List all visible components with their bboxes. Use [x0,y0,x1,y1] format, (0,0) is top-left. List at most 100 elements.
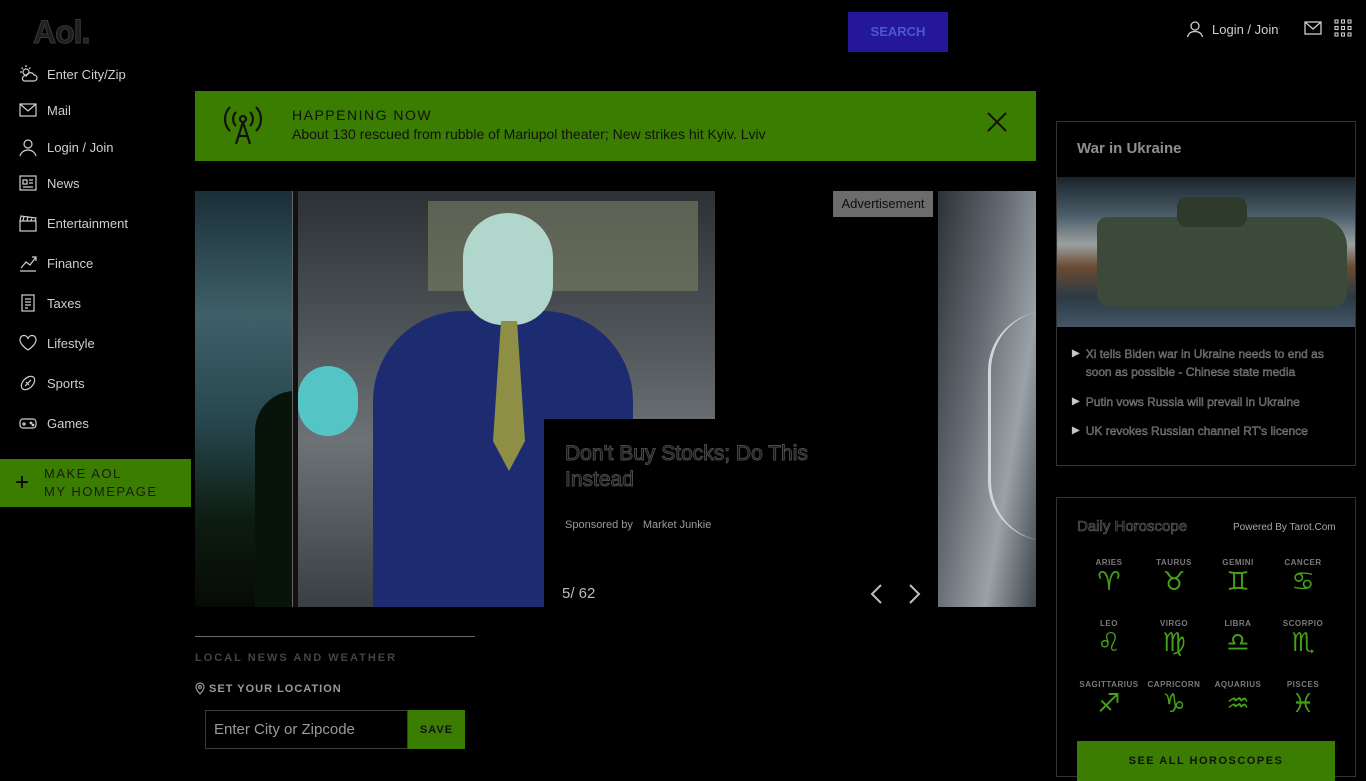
see-all-horoscopes-button[interactable]: SEE ALL HOROSCOPES [1077,741,1335,781]
apps-grid-icon[interactable] [1334,19,1352,37]
sign-name: LIBRA [1224,619,1252,628]
aquarius-icon: ♒ [1226,689,1250,719]
sign-scorpio[interactable]: SCORPIO ♏ [1271,619,1335,658]
sign-name: VIRGO [1159,619,1189,628]
sign-name: TAURUS [1156,558,1192,567]
plus-icon: + [14,469,29,496]
sign-virgo[interactable]: VIRGO ♍ [1142,619,1206,658]
headline-text: Xi tells Biden war in Ukraine needs to e… [1085,347,1324,379]
sign-name: AQUARIUS [1214,680,1262,689]
sidebar-item-mail[interactable]: Mail [18,99,71,121]
broadcast-icon [223,106,263,145]
sign-aquarius[interactable]: AQUARIUS ♒ [1206,680,1270,719]
sign-name: CAPRICORN [1147,680,1201,689]
tank-shape [1097,217,1347,307]
sign-name: GEMINI [1222,558,1254,567]
header-login-label: Login / Join [1212,21,1279,37]
sidebar-item-finance[interactable]: Finance [18,252,93,274]
chevron-left-icon[interactable] [869,583,885,605]
card-title[interactable]: War in Ukraine [1077,140,1181,157]
sign-name: ARIES [1095,558,1123,567]
play-triangle-icon: ▶ [1072,348,1080,359]
sign-leo[interactable]: LEO ♌ [1077,619,1141,658]
caption-title[interactable]: Don't Buy Stocks; Do This Instead [565,441,815,493]
capricorn-icon: ♑ [1162,689,1186,719]
make-homepage-label: MAKE AOL MY HOMEPAGE [44,465,158,501]
sidebar-item-login[interactable]: Login / Join [18,136,114,158]
sidebar-item-games[interactable]: Games [18,412,89,434]
libra-icon: ♎ [1226,628,1250,658]
save-location-button[interactable]: SAVE [408,710,465,749]
scorpio-icon: ♏ [1291,628,1315,658]
taurus-icon: ♉ [1162,567,1186,597]
make-homepage-line2: MY HOMEPAGE [44,484,158,499]
football-icon [20,375,36,391]
ukraine-image[interactable] [1057,177,1355,327]
mail-icon [19,103,37,117]
sidebar-item-news[interactable]: News [18,172,80,194]
person-head [463,213,553,325]
user-icon [1186,21,1204,38]
set-location-text: SET YOUR LOCATION [209,682,342,695]
sidebar-item-entertainment[interactable]: Entertainment [18,212,128,234]
play-triangle-icon: ▶ [1072,396,1080,407]
headline-item[interactable]: ▶ Putin vows Russia will prevail in Ukrai… [1072,393,1347,411]
header-login-link[interactable]: Login / Join [1186,18,1279,40]
sign-name: SCORPIO [1282,619,1324,628]
sign-gemini[interactable]: GEMINI ♊ [1206,558,1270,597]
sidebar-item-weather[interactable]: Enter City/Zip [18,63,126,85]
ad-carousel: Advertisement Don't Buy Stocks; Do This … [195,191,1036,607]
headline-item[interactable]: ▶ UK revokes Russian channel RT's licence [1072,422,1347,440]
gemini-icon: ♊ [1226,567,1250,597]
play-triangle-icon: ▶ [1072,425,1080,436]
make-homepage-button[interactable]: + MAKE AOL MY HOMEPAGE [0,459,191,507]
sign-libra[interactable]: LIBRA ♎ [1206,619,1270,658]
sidebar-item-label: Enter City/Zip [47,66,126,82]
weather-icon [20,65,38,82]
leo-icon: ♌ [1097,628,1121,658]
sponsor-name[interactable]: Market Junkie [643,519,711,531]
sign-name: LEO [1100,619,1118,628]
tank-turret [1177,197,1247,227]
sign-capricorn[interactable]: CAPRICORN ♑ [1142,680,1206,719]
banner-title: HAPPENING NOW [292,107,433,123]
sign-aries[interactable]: ARIES ♈ [1077,558,1141,597]
set-location-label: SET YOUR LOCATION [195,682,342,695]
slide-caption[interactable]: Don't Buy Stocks; Do This Instead Sponso… [544,419,938,607]
sidebar-item-label: Entertainment [47,215,128,231]
sign-taurus[interactable]: TAURUS ♉ [1142,558,1206,597]
local-news-widget: LOCAL NEWS AND WEATHER SET YOUR LOCATION… [195,636,475,749]
headline-item[interactable]: ▶ Xi tells Biden war in Ukraine needs to … [1072,345,1347,381]
local-news-title: LOCAL NEWS AND WEATHER [195,652,398,664]
mail-icon[interactable] [1304,20,1322,36]
sign-cancer[interactable]: CANCER ♋ [1271,558,1335,597]
aol-logo[interactable]: Aol. [32,14,90,51]
sidebar-item-sports[interactable]: Sports [18,372,85,394]
sign-sagittarius[interactable]: SAGITTARIUS ♐ [1077,680,1141,719]
sidebar-item-label: Taxes [47,295,81,311]
gamepad-icon [19,418,37,429]
happening-now-banner[interactable]: HAPPENING NOW About 130 rescued from rub… [195,91,1036,161]
virgo-icon: ♍ [1162,628,1186,658]
person-hand [298,366,358,436]
sign-name: PISCES [1286,680,1320,689]
chevron-right-icon[interactable] [906,583,922,605]
sign-pisces[interactable]: PISCES ♓ [1271,680,1335,719]
sponsored-by-label: Sponsored by [565,519,633,531]
previous-slide-image[interactable] [195,191,315,607]
heart-icon [19,334,37,351]
cancer-icon: ♋ [1291,567,1315,597]
sidebar-item-label: News [47,175,80,191]
sign-name: CANCER [1284,558,1322,567]
close-icon[interactable] [986,111,1008,133]
zip-input[interactable] [205,710,408,749]
next-slide-image[interactable] [938,191,1036,607]
user-icon [19,139,37,157]
headline-text: UK revokes Russian channel RT's licence [1085,424,1308,438]
sidebar-item-taxes[interactable]: Taxes [18,292,81,314]
sidebar-item-lifestyle[interactable]: Lifestyle [18,332,95,354]
search-button[interactable]: SEARCH [848,12,948,52]
banner-headline[interactable]: About 130 rescued from rubble of Mariupo… [292,126,766,142]
slide-counter: 5/ 62 [562,585,596,602]
aries-icon: ♈ [1097,567,1121,597]
